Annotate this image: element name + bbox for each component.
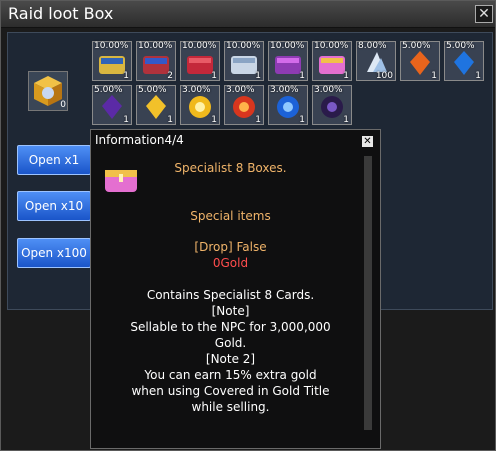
info-close-button[interactable]: ✕	[362, 136, 373, 147]
desc-line: You can earn 15% extra gold	[144, 368, 317, 382]
drop-chance: 5.00%	[402, 41, 431, 51]
loot-slot[interactable]: 3.00% 1	[268, 85, 308, 125]
item-type: Special items	[190, 209, 271, 223]
close-button[interactable]: ✕	[475, 5, 493, 23]
item-count: 1	[167, 115, 173, 125]
drop-chance: 10.00%	[270, 41, 305, 51]
title-bar[interactable]: Raid loot Box ✕	[1, 1, 495, 28]
open-x1-button[interactable]: Open x1	[17, 145, 91, 175]
drop-chance: 10.00%	[94, 41, 129, 51]
drop-chance: 10.00%	[226, 41, 261, 51]
drop-chance: 3.00%	[226, 85, 255, 95]
loot-slot[interactable]: 5.00% 1	[92, 85, 132, 125]
loot-slot[interactable]: 5.00% 1	[444, 41, 484, 81]
raid-loot-box-window: Raid loot Box ✕ 10.00% 1 10.00% 2 10.00%…	[0, 0, 496, 451]
item-count: 2	[167, 71, 173, 81]
drop-chance: 10.00%	[138, 41, 173, 51]
loot-slot[interactable]: 3.00% 1	[312, 85, 352, 125]
loot-slot[interactable]: 8.00% 100	[356, 41, 396, 81]
drop-chance: 3.00%	[182, 85, 211, 95]
desc-line: while selling.	[191, 400, 270, 414]
note-label: [Note]	[211, 304, 250, 318]
open-x10-button[interactable]: Open x10	[17, 191, 91, 221]
info-body: Specialist 8 Boxes. Special items [Drop]…	[91, 160, 370, 415]
window-title: Raid loot Box	[8, 4, 114, 23]
item-count: 1	[299, 115, 305, 125]
item-count: 1	[431, 71, 437, 81]
item-count: 1	[343, 71, 349, 81]
item-count: 100	[375, 71, 393, 81]
item-count: 1	[343, 115, 349, 125]
loot-slot[interactable]: 10.00% 2	[136, 41, 176, 81]
item-count: 1	[299, 71, 305, 81]
item-count: 1	[475, 71, 481, 81]
drop-chance: 5.00%	[94, 85, 123, 95]
item-count: 1	[255, 115, 261, 125]
loot-slot[interactable]: 5.00% 1	[136, 85, 176, 125]
raid-box-item[interactable]: 0	[28, 71, 68, 111]
loot-slot[interactable]: 10.00% 1	[180, 41, 220, 81]
drop-status: [Drop] False	[194, 240, 267, 254]
open-x100-button[interactable]: Open x100	[17, 238, 91, 268]
loot-slot[interactable]: 5.00% 1	[400, 41, 440, 81]
desc-line: Contains Specialist 8 Cards.	[146, 288, 315, 302]
close-icon: ✕	[363, 136, 372, 147]
item-gold: 0Gold	[212, 256, 249, 270]
drop-chance: 10.00%	[314, 41, 349, 51]
item-count: 1	[123, 115, 129, 125]
note2-label: [Note 2]	[205, 352, 256, 366]
drop-chance: 5.00%	[138, 85, 167, 95]
item-name: Specialist 8 Boxes.	[174, 161, 287, 175]
item-count: 1	[255, 71, 261, 81]
desc-line: Gold.	[214, 336, 247, 350]
desc-line: when using Covered in Gold Title	[131, 384, 330, 398]
loot-slot[interactable]: 10.00% 1	[268, 41, 308, 81]
drop-chance: 3.00%	[270, 85, 299, 95]
drop-chance: 8.00%	[358, 41, 387, 51]
item-count: 1	[211, 115, 217, 125]
drop-chance: 10.00%	[182, 41, 217, 51]
loot-slot[interactable]: 10.00% 1	[224, 41, 264, 81]
box-count: 0	[60, 100, 66, 110]
info-title: Information4/4	[95, 133, 184, 147]
item-count: 1	[211, 71, 217, 81]
loot-slot[interactable]: 3.00% 1	[224, 85, 264, 125]
close-icon: ✕	[478, 6, 490, 22]
loot-slot[interactable]: 3.00% 1	[180, 85, 220, 125]
desc-line: Sellable to the NPC for 3,000,000	[130, 320, 331, 334]
information-tooltip: Information4/4 ✕ Specialist 8 Boxes. Spe…	[90, 129, 381, 449]
item-count: 1	[123, 71, 129, 81]
loot-slot[interactable]: 10.00% 1	[312, 41, 352, 81]
drop-chance: 5.00%	[446, 41, 475, 51]
drop-chance: 3.00%	[314, 85, 343, 95]
loot-slot[interactable]: 10.00% 1	[92, 41, 132, 81]
